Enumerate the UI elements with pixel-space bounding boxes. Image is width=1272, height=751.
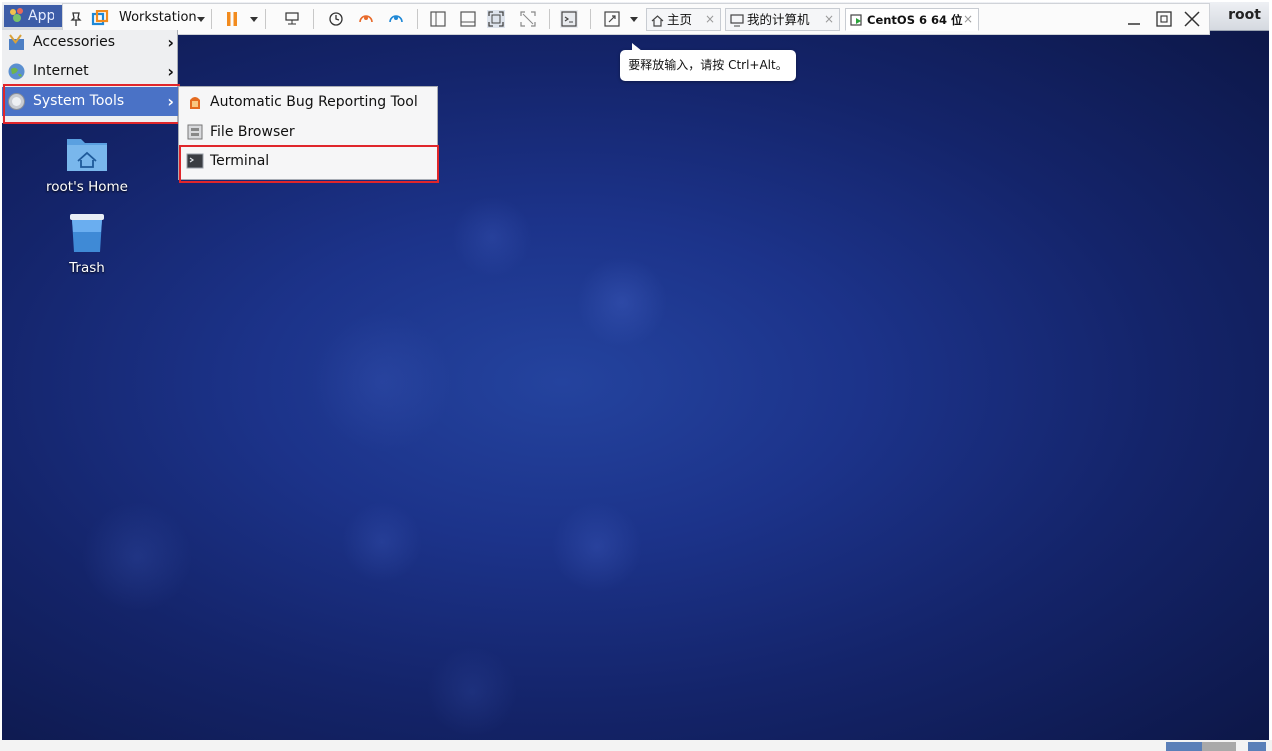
show-library-icon[interactable]: [429, 10, 447, 28]
revert-snapshot-icon[interactable]: [357, 10, 375, 28]
console-view-icon[interactable]: [560, 10, 578, 28]
close-icon[interactable]: ×: [824, 9, 834, 30]
vmware-toolbar: Workstation 主页 × 我的计算机 × CentOS 6 64 位 ×: [62, 3, 1210, 35]
status-indicator: [1248, 742, 1266, 751]
release-input-tooltip: 要释放输入，请按 Ctrl+Alt。: [620, 43, 796, 81]
trash-icon: [70, 214, 104, 252]
highlight-box-terminal: [179, 145, 439, 183]
globe-icon: [8, 63, 25, 80]
vmware-logo-icon: [91, 10, 109, 26]
desktop-icon-label: Trash: [69, 260, 105, 276]
workstation-menu[interactable]: Workstation: [119, 10, 197, 25]
close-window-icon[interactable]: [1183, 10, 1201, 28]
menu-item-accessories[interactable]: Accessories ›: [2, 28, 178, 57]
chevron-down-icon[interactable]: [250, 17, 258, 22]
submenu-item-bug-reporting[interactable]: Automatic Bug Reporting Tool: [179, 87, 437, 117]
toolbar-separator: [549, 9, 550, 29]
applications-label: Applications: [28, 8, 54, 24]
applications-menu-button[interactable]: Applications: [4, 5, 64, 27]
submenu-item-label: File Browser: [210, 124, 295, 140]
close-icon[interactable]: ×: [705, 9, 715, 30]
home-icon: [651, 12, 664, 33]
full-screen-icon[interactable]: [487, 10, 505, 28]
menu-item-label: Accessories: [33, 34, 116, 50]
snapshot-manager-icon[interactable]: [387, 10, 405, 28]
chevron-down-icon[interactable]: [197, 17, 205, 22]
restore-icon[interactable]: [1155, 10, 1173, 28]
pin-icon[interactable]: [67, 10, 85, 28]
toolbar-separator: [211, 9, 212, 29]
chevron-right-icon: ›: [167, 33, 174, 52]
status-indicator: [1202, 742, 1236, 751]
vm-running-icon: [850, 12, 864, 33]
minimize-icon[interactable]: [1125, 10, 1143, 28]
desktop-icon-label: root's Home: [46, 179, 128, 195]
gnome-foot-icon: [10, 8, 23, 22]
close-icon[interactable]: ×: [963, 9, 973, 30]
chevron-right-icon: ›: [167, 62, 174, 81]
user-menu[interactable]: root: [1228, 7, 1261, 23]
accessories-icon: [9, 34, 24, 50]
tab-centos-label: CentOS 6 64 位: [867, 13, 963, 27]
submenu-item-label: Automatic Bug Reporting Tool: [210, 94, 418, 110]
tab-my-computer[interactable]: 我的计算机 ×: [725, 8, 840, 31]
pause-icon[interactable]: [223, 10, 241, 28]
monitor-icon: [730, 12, 744, 33]
toolbar-separator: [417, 9, 418, 29]
tab-centos-vm[interactable]: CentOS 6 64 位 ×: [845, 8, 979, 31]
toolbar-separator: [313, 9, 314, 29]
toolbar-separator: [590, 9, 591, 29]
snapshot-icon[interactable]: [327, 10, 345, 28]
bug-report-icon: [190, 97, 200, 109]
highlight-box-system-tools: [3, 84, 180, 124]
thumbnail-bar-icon[interactable]: [459, 10, 477, 28]
menu-item-label: Internet: [33, 63, 89, 79]
stretch-guest-icon[interactable]: [603, 10, 621, 28]
tab-home[interactable]: 主页 ×: [646, 8, 721, 31]
submenu-item-file-browser[interactable]: File Browser: [179, 117, 437, 147]
toolbar-separator: [265, 9, 266, 29]
desktop-icon-home[interactable]: root's Home: [37, 133, 137, 195]
desktop-icon-trash[interactable]: Trash: [37, 212, 137, 276]
status-indicator: [1166, 742, 1202, 751]
send-ctrl-alt-del-icon[interactable]: [283, 10, 301, 28]
file-browser-icon: [187, 124, 203, 140]
chevron-down-icon[interactable]: [630, 17, 638, 22]
tab-my-computer-label: 我的计算机: [747, 12, 810, 27]
home-folder-icon: [67, 139, 107, 171]
menu-item-internet[interactable]: Internet ›: [2, 57, 178, 86]
unity-mode-icon[interactable]: [519, 10, 537, 28]
tab-home-label: 主页: [667, 12, 693, 27]
vmware-status-bar: [0, 740, 1272, 751]
